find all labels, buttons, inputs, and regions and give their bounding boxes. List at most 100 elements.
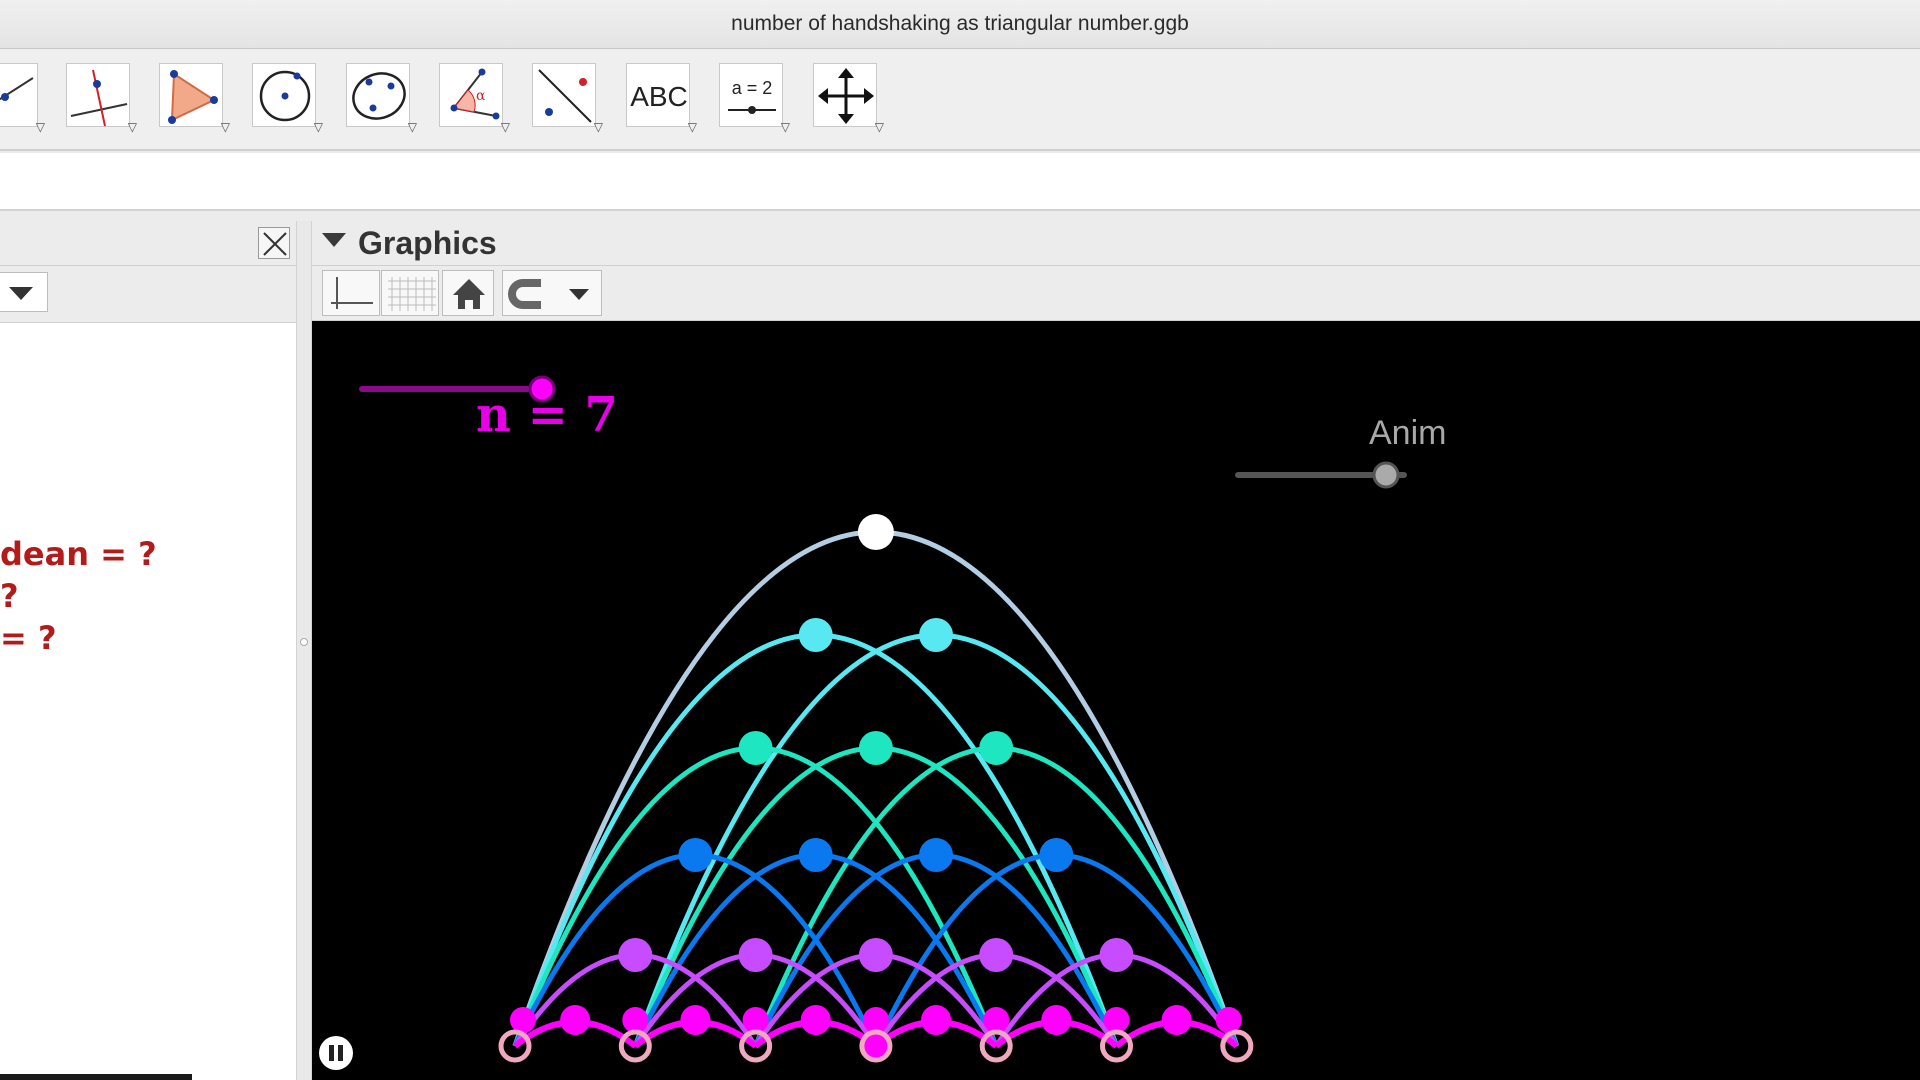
splitter-grip[interactable] — [300, 638, 308, 646]
text-tool-icon: ABC — [630, 81, 688, 112]
handshake-node — [738, 731, 773, 765]
close-icon — [263, 232, 287, 256]
handshake-node — [858, 731, 893, 765]
axes-icon — [331, 277, 373, 309]
grid-icon — [388, 277, 436, 311]
algebra-line: ? — [0, 577, 19, 615]
window-titlebar: number of handshaking as triangular numb… — [0, 0, 1920, 49]
toggle-axes-button[interactable] — [322, 270, 380, 316]
chevron-down-icon: ▽ — [687, 120, 697, 134]
chevron-down-icon: ▽ — [874, 120, 884, 134]
handshake-node — [1161, 1005, 1192, 1035]
toolbar: ▽ ▽ ▽ ▽ ▽ α ▽ ▽ ABC ▽ a = 2 ▽ ▽ — [0, 49, 1920, 151]
reflect-tool-icon — [538, 69, 592, 123]
slider-tool-icon: a = 2 — [728, 78, 776, 114]
handshake-arc — [512, 745, 999, 1047]
person-marker — [622, 1007, 649, 1033]
circle-tool-button[interactable]: ▽ — [252, 63, 323, 134]
handshake-node — [800, 1005, 831, 1035]
slider-n-handle — [528, 375, 556, 403]
handshake-node — [858, 938, 893, 972]
handshake-node — [560, 1005, 591, 1035]
collapse-triangle-icon[interactable] — [322, 233, 346, 247]
polygon-tool-icon — [168, 70, 218, 124]
chevron-down-icon: ▽ — [407, 120, 417, 134]
handshake-arc — [632, 745, 1119, 1047]
input-bar[interactable] — [0, 153, 1920, 211]
slider-n[interactable] — [356, 369, 576, 409]
bottom-strip — [0, 1074, 192, 1080]
chevron-down-icon: ▽ — [35, 120, 45, 134]
perpendicular-line-tool-icon — [70, 69, 128, 127]
angle-tool-button[interactable]: α ▽ — [439, 63, 510, 134]
handshake-node — [680, 1005, 711, 1035]
chevron-down-icon: ▽ — [127, 120, 137, 134]
person-marker — [983, 1007, 1010, 1033]
algebra-line: = ? — [0, 619, 57, 657]
reflect-tool-button[interactable]: ▽ — [532, 63, 603, 134]
algebra-view: dean = ? ? = ? — [0, 221, 296, 1080]
polygon-tool-button[interactable]: ▽ — [159, 63, 230, 134]
svg-text:a = 2: a = 2 — [732, 78, 773, 98]
handshake-node — [1099, 938, 1134, 972]
graphics-view-title: Graphics — [358, 225, 497, 261]
chevron-down-icon — [9, 287, 33, 300]
handshake-node — [618, 938, 653, 972]
perpendicular-line-tool-button[interactable]: ▽ — [66, 63, 137, 134]
chevron-down-icon: ▽ — [593, 120, 603, 134]
home-icon — [453, 279, 485, 309]
slider-tool-button[interactable]: a = 2 ▽ — [719, 63, 790, 134]
handshake-node — [678, 838, 713, 872]
standard-view-button[interactable] — [442, 270, 494, 316]
conic-tool-icon — [352, 72, 406, 120]
algebra-view-style-bar — [0, 266, 296, 323]
text-tool-button[interactable]: ABC ▽ — [626, 63, 697, 134]
chevron-down-icon: ▽ — [220, 120, 230, 134]
algebra-line: dean = ? — [0, 535, 157, 573]
handshake-node — [919, 838, 954, 872]
handshake-node — [1039, 838, 1074, 872]
slider-anim-handle — [1372, 461, 1400, 489]
person-marker — [862, 1007, 889, 1033]
pause-animation-button[interactable] — [316, 1033, 356, 1073]
handshake-arc — [753, 745, 1240, 1047]
graphics-style-bar — [312, 266, 1920, 321]
algebra-options-dropdown[interactable] — [0, 272, 48, 312]
person-marker — [742, 1007, 769, 1033]
apex-node — [857, 514, 894, 550]
line-tool-icon — [0, 77, 34, 101]
handshake-node — [738, 938, 773, 972]
toggle-grid-button[interactable] — [381, 270, 439, 316]
person-marker — [510, 1007, 536, 1033]
conic-tool-button[interactable]: ▽ — [346, 63, 417, 134]
magnet-icon — [508, 279, 589, 309]
algebra-view-header — [0, 221, 296, 266]
line-tool-button[interactable]: ▽ — [0, 63, 45, 134]
chevron-down-icon: ▽ — [780, 120, 790, 134]
person-marker — [1103, 1007, 1130, 1033]
handshake-node — [1041, 1005, 1072, 1035]
handshake-node — [798, 618, 833, 652]
handshake-node — [921, 1005, 952, 1035]
panel-splitter[interactable] — [296, 221, 312, 1080]
close-view-button[interactable] — [258, 227, 290, 259]
window-title: number of handshaking as triangular numb… — [731, 12, 1189, 35]
person-point — [1220, 1029, 1254, 1063]
move-graphics-view-tool-button[interactable]: ▽ — [813, 63, 884, 134]
person-point — [859, 1029, 893, 1063]
move-graphics-view-tool-icon — [818, 68, 874, 124]
handshake-node — [919, 618, 954, 652]
svg-text:α: α — [476, 88, 486, 104]
slider-anim[interactable] — [1232, 455, 1432, 495]
handshake-node — [979, 938, 1014, 972]
chevron-down-icon: ▽ — [313, 120, 323, 134]
graphics-canvas[interactable]: n = 7 Anim — [312, 321, 1920, 1080]
point-capturing-dropdown[interactable] — [502, 270, 602, 316]
handshake-node — [798, 838, 833, 872]
slider-anim-label: Anim — [1369, 414, 1447, 452]
chevron-down-icon: ▽ — [500, 120, 510, 134]
svg-text:ABC: ABC — [630, 81, 688, 112]
person-marker — [1215, 1007, 1242, 1033]
chevron-down-icon — [569, 289, 589, 300]
graphics-view-header: Graphics — [312, 221, 1920, 266]
